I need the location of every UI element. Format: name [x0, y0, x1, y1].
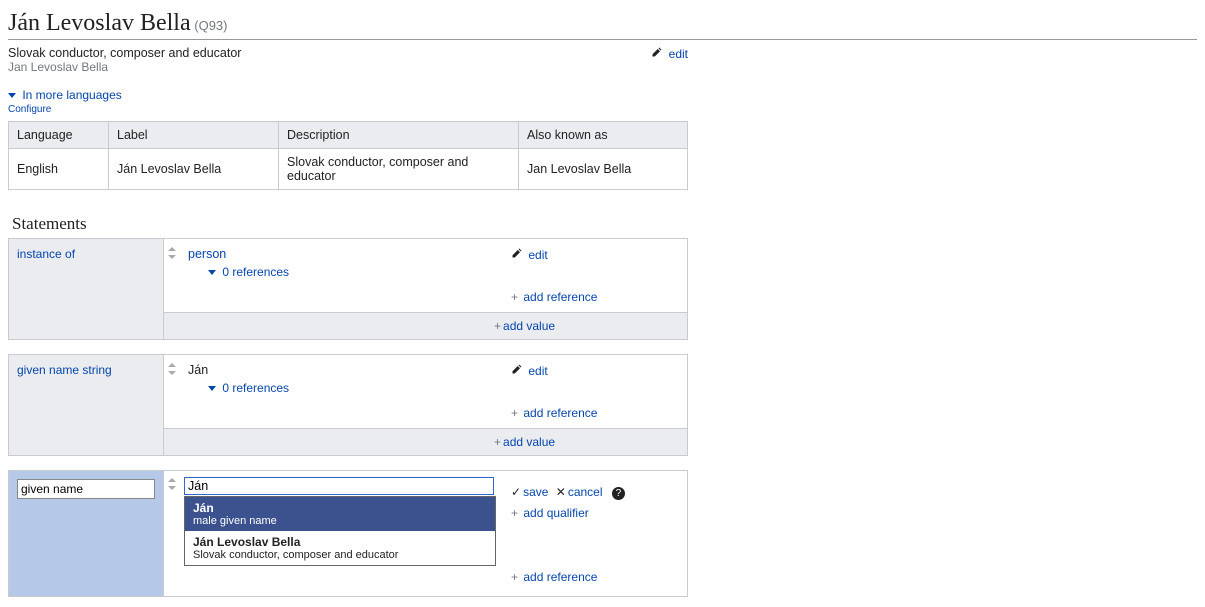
suggestion-title: Ján [193, 501, 487, 515]
plus-icon: + [511, 570, 518, 584]
edit-button[interactable]: edit [528, 364, 547, 378]
suggestion-item[interactable]: Ján male given name [185, 497, 495, 531]
suggestion-title: Ján Levoslav Bella [193, 535, 487, 549]
add-value-button[interactable]: +add value [494, 319, 555, 333]
cell-desc: Slovak conductor, composer and educator [279, 149, 519, 190]
edit-button[interactable]: edit [528, 248, 547, 262]
suggestion-sub: male given name [193, 515, 487, 527]
cell-aka: Jan Levoslav Bella [519, 149, 688, 190]
th-aka: Also known as [519, 122, 688, 149]
add-qualifier-button[interactable]: add qualifier [523, 506, 588, 520]
suggestion-item[interactable]: Ján Levoslav Bella Slovak conductor, com… [185, 531, 495, 565]
statement-value[interactable]: person [188, 247, 226, 261]
pencil-icon [511, 363, 523, 378]
page-title: Ján Levoslav Bella [8, 10, 191, 37]
rank-icon[interactable] [168, 363, 176, 375]
add-reference-button[interactable]: add reference [523, 406, 597, 420]
section-statements: Statements [12, 214, 1197, 234]
th-description: Description [279, 122, 519, 149]
save-button[interactable]: save [511, 485, 548, 499]
th-label: Label [109, 122, 279, 149]
alias-text: Jan Levoslav Bella [8, 60, 241, 74]
th-language: Language [9, 122, 109, 149]
pencil-icon [511, 247, 523, 262]
cancel-button[interactable]: cancel [552, 485, 603, 499]
add-reference-button[interactable]: add reference [523, 290, 597, 304]
plus-icon: + [494, 435, 501, 449]
pencil-icon [651, 46, 663, 61]
property-link[interactable]: given name string [17, 363, 112, 377]
property-link[interactable]: instance of [17, 247, 75, 261]
cell-label: Ján Levoslav Bella [109, 149, 279, 190]
rank-icon[interactable] [168, 247, 176, 259]
statement-value: Ján [188, 363, 208, 377]
help-icon[interactable]: ? [612, 487, 625, 500]
statement-block: given name string Ján 0 references edit … [8, 354, 688, 456]
description-text: Slovak conductor, composer and educator [8, 46, 241, 60]
caret-down-icon [8, 93, 16, 98]
references-toggle[interactable]: 0 references [222, 381, 289, 395]
configure-link[interactable]: Configure [8, 104, 1197, 115]
page-qid: (Q93) [194, 18, 227, 33]
rank-icon[interactable] [168, 478, 176, 490]
property-input[interactable] [17, 479, 155, 499]
statement-edit-block: Ján male given name Ján Levoslav Bella S… [8, 470, 688, 597]
caret-down-icon [208, 386, 216, 391]
suggestion-dropdown: Ján male given name Ján Levoslav Bella S… [184, 496, 496, 566]
language-table: Language Label Description Also known as… [8, 121, 688, 190]
statement-block: instance of person 0 references edit + a… [8, 238, 688, 340]
cell-lang: English [9, 149, 109, 190]
plus-icon: + [511, 406, 518, 420]
caret-down-icon [208, 270, 216, 275]
edit-desc-button[interactable]: edit [669, 47, 688, 61]
plus-icon: + [494, 319, 501, 333]
plus-icon: + [511, 290, 518, 304]
add-reference-button[interactable]: add reference [523, 570, 597, 584]
suggestion-sub: Slovak conductor, composer and educator [193, 549, 487, 561]
value-input[interactable] [184, 477, 494, 495]
table-row: English Ján Levoslav Bella Slovak conduc… [9, 149, 688, 190]
add-value-button[interactable]: +add value [494, 435, 555, 449]
more-languages-toggle[interactable]: In more languages [22, 88, 121, 102]
plus-icon: + [511, 506, 518, 520]
references-toggle[interactable]: 0 references [222, 265, 289, 279]
